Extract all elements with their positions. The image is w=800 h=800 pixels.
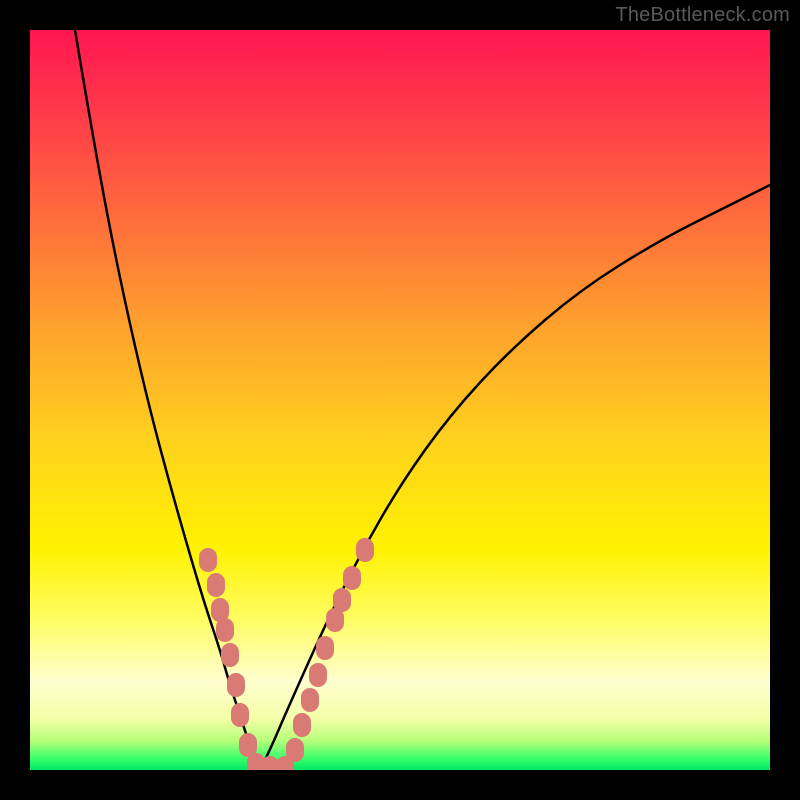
right-branch (260, 185, 770, 770)
curve-layer (30, 30, 770, 770)
data-marker (333, 588, 351, 612)
data-marker (227, 673, 245, 697)
data-marker (221, 643, 239, 667)
watermark-text: TheBottleneck.com (615, 4, 790, 27)
data-marker (286, 738, 304, 762)
data-marker (343, 566, 361, 590)
data-marker (309, 663, 327, 687)
data-marker (216, 618, 234, 642)
data-marker (231, 703, 249, 727)
chart-frame: TheBottleneck.com (0, 0, 800, 800)
data-marker (199, 548, 217, 572)
data-marker (356, 538, 374, 562)
data-marker (316, 636, 334, 660)
data-marker (207, 573, 225, 597)
data-marker (293, 713, 311, 737)
data-marker (301, 688, 319, 712)
marker-group (199, 538, 374, 770)
plot-area (30, 30, 770, 770)
